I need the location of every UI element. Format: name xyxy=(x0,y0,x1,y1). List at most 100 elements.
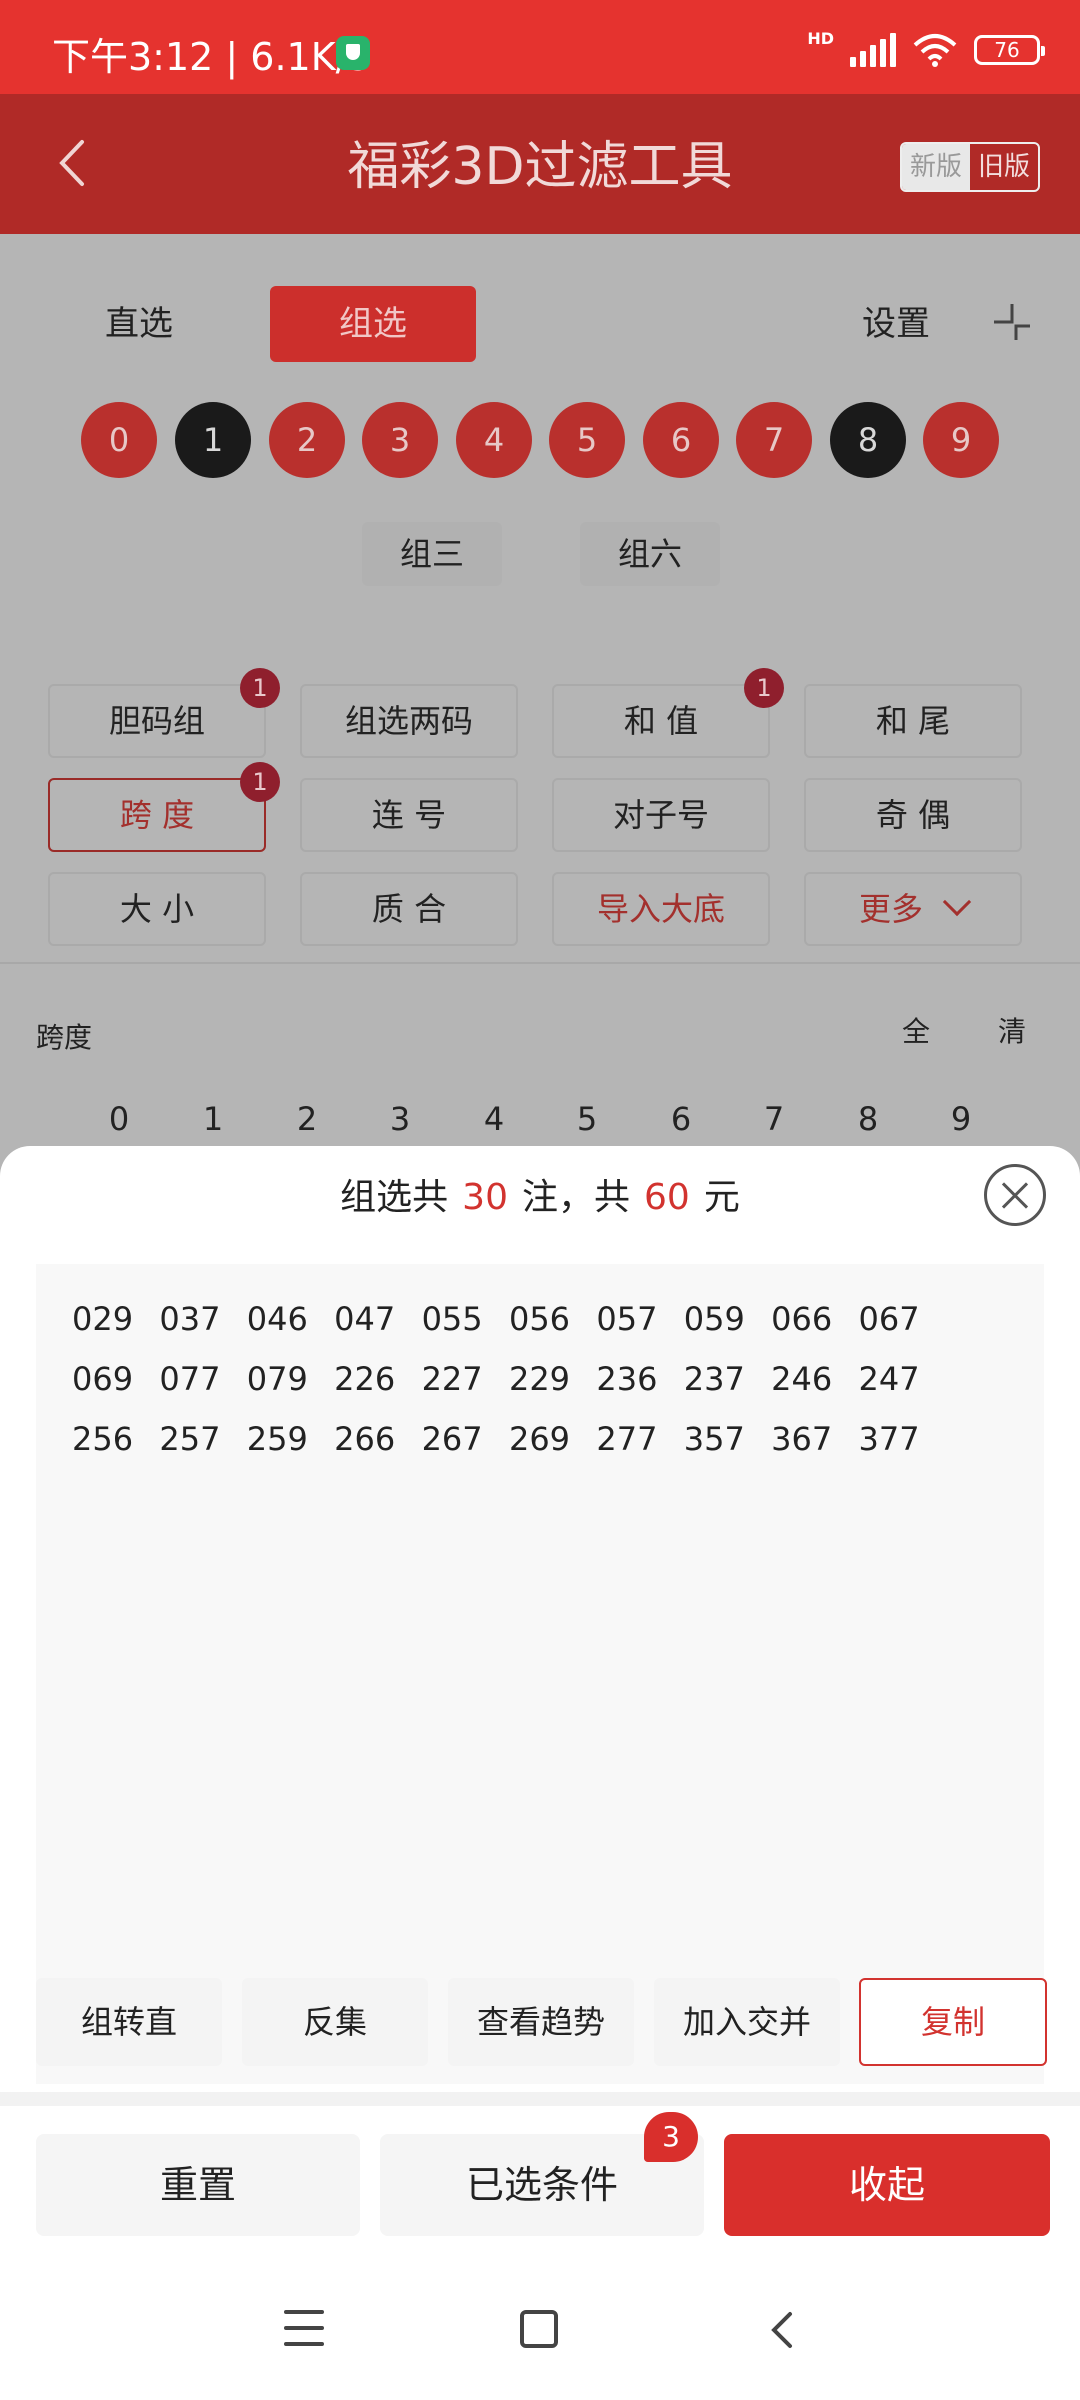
import-base-button[interactable]: 导入大底 xyxy=(552,872,770,946)
status-icons: HD 76 xyxy=(807,28,1045,70)
filter-badge: 1 xyxy=(240,668,280,708)
app-header: 福彩3D过滤工具 新版 旧版 xyxy=(0,94,1080,234)
digit-ball-5[interactable]: 5 xyxy=(549,402,625,478)
filter-ji-ou[interactable]: 奇 偶 xyxy=(804,778,1022,852)
digit-ball-0[interactable]: 0 xyxy=(81,402,157,478)
digit-ball-1[interactable]: 1 xyxy=(175,402,251,478)
span-digit-0[interactable]: 0 xyxy=(89,1100,149,1138)
bet-amount: 60 xyxy=(644,1177,690,1218)
digit-ball-6[interactable]: 6 xyxy=(643,402,719,478)
to-direct-button[interactable]: 组转直 xyxy=(36,1978,222,2066)
digit-ball-2[interactable]: 2 xyxy=(269,402,345,478)
result-number: 059 xyxy=(683,1300,745,1338)
span-digit-2[interactable]: 2 xyxy=(277,1100,337,1138)
menu-icon[interactable] xyxy=(284,2310,324,2346)
digit-ball-4[interactable]: 4 xyxy=(456,402,532,478)
results-grid: 029 037 046 047 055 056 057 059 066 067 069 077 079 2… xyxy=(72,1294,972,1464)
span-section-label: 跨度 xyxy=(36,1021,93,1054)
filter-zhi-he[interactable]: 质 合 xyxy=(300,872,518,946)
version-new-button[interactable]: 新版 xyxy=(902,144,970,190)
result-number: 357 xyxy=(683,1420,745,1458)
result-number: 226 xyxy=(334,1360,396,1398)
span-digit-4[interactable]: 4 xyxy=(464,1100,524,1138)
summary-prefix: 组选共 xyxy=(340,1177,449,1218)
result-number: 256 xyxy=(72,1420,134,1458)
result-number: 079 xyxy=(246,1360,308,1398)
filter-zu-xuan-liang-ma[interactable]: 组选两码 xyxy=(300,684,518,758)
filter-dan-ma-zu[interactable]: 胆码组 xyxy=(48,684,266,758)
digit-ball-9[interactable]: 9 xyxy=(923,402,999,478)
result-number: 259 xyxy=(246,1420,308,1458)
result-number: 046 xyxy=(246,1300,308,1338)
filter-badge: 1 xyxy=(744,668,784,708)
span-digit-5[interactable]: 5 xyxy=(557,1100,617,1138)
version-toggle[interactable]: 新版 旧版 xyxy=(900,142,1040,192)
group6-option[interactable]: 组六 xyxy=(580,522,720,586)
clear-button[interactable]: 清 xyxy=(998,1010,1026,1050)
security-shield-icon xyxy=(336,36,370,70)
result-number: 056 xyxy=(508,1300,571,1338)
filter-he-wei[interactable]: 和 尾 xyxy=(804,684,1022,758)
chevron-down-icon xyxy=(942,887,972,917)
shrink-icon[interactable] xyxy=(990,300,1034,344)
version-old-button[interactable]: 旧版 xyxy=(970,144,1038,190)
close-icon[interactable] xyxy=(984,1164,1046,1226)
status-time-speed: 下午3:12 | 6.1K/s xyxy=(52,35,369,79)
result-number: 367 xyxy=(771,1420,833,1458)
filter-he-zhi[interactable]: 和 值 xyxy=(552,684,770,758)
span-digit-3[interactable]: 3 xyxy=(370,1100,430,1138)
add-intersect-button[interactable]: 加入交并 xyxy=(654,1978,840,2066)
select-all-button[interactable]: 全 xyxy=(902,1010,930,1050)
span-digit-8[interactable]: 8 xyxy=(838,1100,898,1138)
section-divider xyxy=(0,962,1080,964)
result-number: 257 xyxy=(159,1420,221,1458)
group3-option[interactable]: 组三 xyxy=(362,522,502,586)
result-number: 236 xyxy=(596,1360,658,1398)
digit-ball-7[interactable]: 7 xyxy=(736,402,812,478)
signal-icon xyxy=(850,33,896,67)
wifi-icon xyxy=(912,33,958,67)
summary-mid: 注，共 xyxy=(521,1177,630,1218)
digit-ball-8[interactable]: 8 xyxy=(830,402,906,478)
bottom-divider xyxy=(0,2092,1080,2106)
result-number: 037 xyxy=(159,1300,221,1338)
battery-icon: 76 xyxy=(974,35,1045,65)
result-number: 047 xyxy=(334,1300,396,1338)
bet-summary: 组选共 30 注，共 60 元 xyxy=(0,1168,1080,1220)
result-number: 237 xyxy=(683,1360,745,1398)
nav-back-icon[interactable] xyxy=(762,2310,802,2350)
settings-button[interactable]: 设置 xyxy=(862,296,930,345)
result-number: 227 xyxy=(421,1360,483,1398)
filter-dui-zi-hao[interactable]: 对子号 xyxy=(552,778,770,852)
view-trend-button[interactable]: 查看趋势 xyxy=(448,1978,634,2066)
filter-kua-du[interactable]: 跨 度 xyxy=(48,778,266,852)
conditions-count-badge: 3 xyxy=(644,2112,698,2162)
hd-network-label: HD xyxy=(807,28,834,48)
span-digit-9[interactable]: 9 xyxy=(931,1100,991,1138)
result-number: 055 xyxy=(421,1300,483,1338)
result-number: 066 xyxy=(771,1300,833,1338)
bet-count: 30 xyxy=(462,1177,508,1218)
copy-button[interactable]: 复制 xyxy=(859,1978,1047,2066)
result-number: 377 xyxy=(858,1420,920,1458)
home-icon[interactable] xyxy=(520,2310,558,2348)
collapse-button[interactable]: 收起 xyxy=(724,2134,1050,2236)
filter-da-xiao[interactable]: 大 小 xyxy=(48,872,266,946)
filter-lian-hao[interactable]: 连 号 xyxy=(300,778,518,852)
digit-ball-3[interactable]: 3 xyxy=(362,402,438,478)
result-number: 246 xyxy=(771,1360,833,1398)
span-digit-1[interactable]: 1 xyxy=(183,1100,243,1138)
result-number: 229 xyxy=(508,1360,571,1398)
more-filters-button[interactable]: 更多 xyxy=(804,872,1022,946)
result-number: 266 xyxy=(334,1420,396,1458)
tab-direct[interactable]: 直选 xyxy=(36,286,242,362)
result-number: 269 xyxy=(508,1420,571,1458)
tab-group[interactable]: 组选 xyxy=(270,286,476,362)
result-number: 247 xyxy=(858,1360,920,1398)
inverse-set-button[interactable]: 反集 xyxy=(242,1978,428,2066)
result-number: 277 xyxy=(596,1420,658,1458)
result-number: 267 xyxy=(421,1420,483,1458)
reset-button[interactable]: 重置 xyxy=(36,2134,360,2236)
span-digit-6[interactable]: 6 xyxy=(651,1100,711,1138)
span-digit-7[interactable]: 7 xyxy=(744,1100,804,1138)
